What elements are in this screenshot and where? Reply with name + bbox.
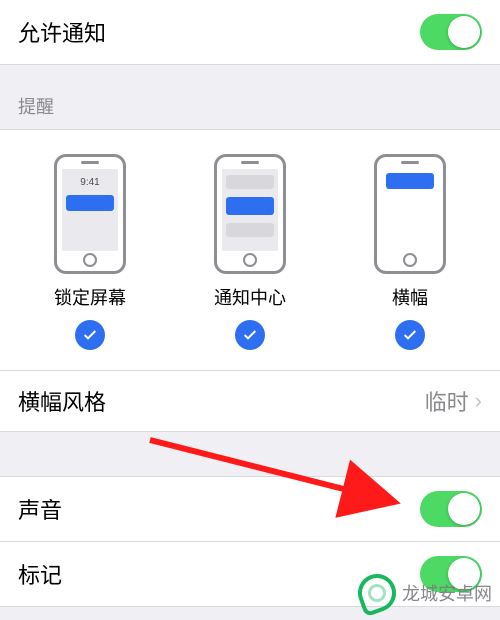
watermark-text: 龙城安卓网 <box>402 580 492 606</box>
chevron-right-icon: › <box>475 388 482 414</box>
preview-notification-center[interactable]: 通知中心 <box>214 154 286 350</box>
preview-banner-label: 横幅 <box>392 284 428 310</box>
sounds-label: 声音 <box>18 493 62 525</box>
alert-style-previews: 9:41 锁定屏幕 通知中心 横幅 <box>0 129 500 370</box>
badges-label: 标记 <box>18 558 62 590</box>
allow-notifications-row[interactable]: 允许通知 <box>0 0 500 65</box>
allow-notifications-toggle[interactable] <box>420 14 482 50</box>
preview-lock-check-icon[interactable] <box>75 320 105 350</box>
watermark-logo-icon <box>353 569 402 618</box>
lock-screen-time: 9:41 <box>62 177 118 188</box>
preview-center-label: 通知中心 <box>214 284 286 310</box>
section-gap <box>0 432 500 476</box>
phone-lock-icon: 9:41 <box>54 154 126 274</box>
watermark: 龙城安卓网 <box>358 574 492 612</box>
phone-banner-icon <box>374 154 446 274</box>
preview-lock-label: 锁定屏幕 <box>54 284 126 310</box>
banner-style-row[interactable]: 横幅风格 临时 › <box>0 370 500 432</box>
phone-notification-center-icon <box>214 154 286 274</box>
allow-notifications-label: 允许通知 <box>18 16 106 48</box>
banner-style-value: 临时 <box>425 385 469 417</box>
preview-banner-check-icon[interactable] <box>395 320 425 350</box>
sounds-row[interactable]: 声音 <box>0 476 500 542</box>
preview-banner[interactable]: 横幅 <box>374 154 446 350</box>
preview-lock-screen[interactable]: 9:41 锁定屏幕 <box>54 154 126 350</box>
preview-center-check-icon[interactable] <box>235 320 265 350</box>
banner-style-label: 横幅风格 <box>18 385 106 417</box>
alerts-section-header: 提醒 <box>0 65 500 129</box>
sounds-toggle[interactable] <box>420 491 482 527</box>
